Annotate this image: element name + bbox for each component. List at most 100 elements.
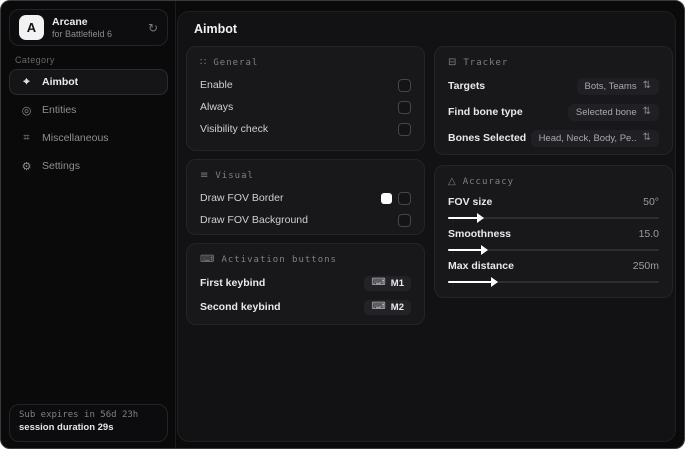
slider-fill <box>448 213 483 223</box>
keyboard-icon: ⌨ <box>371 277 386 288</box>
app-subtitle: for Battlefield 6 <box>52 28 113 39</box>
dropdown-value: Bots, Teams <box>584 80 637 92</box>
visibility-check-checkbox[interactable] <box>398 122 411 136</box>
fov-border-checkbox[interactable] <box>398 191 411 205</box>
page-title: Aimbot <box>194 22 238 36</box>
general-row-visibility-check: Visibility check <box>200 118 411 140</box>
dropdown-value: Head, Neck, Body, Pe.. <box>538 132 637 144</box>
row-label: Draw FOV Border <box>200 192 284 204</box>
chevron-up-down-icon: ⇅ <box>642 106 651 117</box>
app-title: Arcane <box>52 15 88 28</box>
slider-fill <box>448 277 499 287</box>
general-card: ∷ General Enable Always Visibility check <box>186 46 425 151</box>
row-label: Second keybind <box>200 301 281 313</box>
row-label: First keybind <box>200 277 266 289</box>
row-label: Enable <box>200 79 233 91</box>
targets-dropdown[interactable]: Bots, Teams ⇅ <box>576 77 659 95</box>
activation-row-first-keybind: First keybind ⌨ M1 <box>200 271 411 295</box>
dropdown-value: Selected bone <box>575 106 637 118</box>
row-label: Always <box>200 101 234 113</box>
sync-icon[interactable]: ↻ <box>148 22 158 34</box>
row-label: Targets <box>448 80 486 92</box>
accuracy-row-fov-size: FOV size 50° <box>448 196 659 223</box>
tracker-card: ⊟ Tracker Targets Bots, Teams ⇅ Find bon… <box>434 46 673 155</box>
general-card-title: ∷ General <box>200 57 411 68</box>
accuracy-row-max-distance: Max distance 250m <box>448 260 659 287</box>
subscription-card: Sub expires in 56d 23h session duration … <box>9 404 168 442</box>
find-bone-type-dropdown[interactable]: Selected bone ⇅ <box>567 103 659 121</box>
sidebar-item-entities[interactable]: ◎ Entities <box>9 97 168 123</box>
smoothness-slider[interactable] <box>448 245 659 255</box>
chevron-up-down-icon: ⇅ <box>642 80 651 91</box>
card-title-label: Visual <box>215 170 254 181</box>
row-label: FOV size <box>448 196 493 208</box>
slider-value: 15.0 <box>638 228 659 240</box>
keyboard-icon: ⌨ <box>371 301 386 312</box>
gear-icon: ⚙ <box>21 160 32 173</box>
subscription-expiry: Sub expires in 56d 23h <box>19 410 139 420</box>
card-title-label: Tracker <box>463 57 509 68</box>
session-duration: session duration 29s <box>19 422 114 433</box>
general-row-always: Always <box>200 96 411 118</box>
accuracy-card: △ Accuracy FOV size 50° Smoothness 15.0 <box>434 165 673 298</box>
logo-text: Arcane for Battlefield 6 <box>52 16 112 39</box>
triangle-icon: △ <box>448 176 456 187</box>
sidebar-item-aimbot[interactable]: ⌖ Aimbot <box>9 69 168 95</box>
slider-value: 50° <box>643 196 659 208</box>
tracker-row-find-bone-type: Find bone type Selected bone ⇅ <box>448 102 659 122</box>
visual-card: ≡ Visual Draw FOV Border Draw FOV Backgr… <box>186 159 425 235</box>
sidebar-item-label: Aimbot <box>42 76 79 88</box>
logo-card: A Arcane for Battlefield 6 ↻ <box>9 9 168 46</box>
row-label: Visibility check <box>200 123 269 135</box>
second-keybind-button[interactable]: ⌨ M2 <box>364 299 411 315</box>
sidebar: A Arcane for Battlefield 6 ↻ Category ⌖ … <box>1 1 176 448</box>
fov-size-slider[interactable] <box>448 213 659 223</box>
tracker-card-title: ⊟ Tracker <box>448 57 659 68</box>
miscellaneous-icon: ⌗ <box>23 131 30 144</box>
enable-checkbox[interactable] <box>398 78 411 92</box>
row-label: Bones Selected <box>448 132 527 144</box>
crosshair-icon: ⌖ <box>23 75 30 88</box>
activation-card-title: ⌨ Activation buttons <box>200 254 411 265</box>
first-keybind-button[interactable]: ⌨ M1 <box>364 275 411 291</box>
always-checkbox[interactable] <box>398 100 411 114</box>
accuracy-row-smoothness: Smoothness 15.0 <box>448 228 659 255</box>
tracker-row-bones-selected: Bones Selected Head, Neck, Body, Pe.. ⇅ <box>448 128 659 148</box>
visual-row-fov-border: Draw FOV Border <box>200 187 411 209</box>
sidebar-nav: ⌖ Aimbot ◎ Entities ⌗ Miscellaneous ⚙ Se… <box>9 69 168 181</box>
fov-background-checkbox[interactable] <box>398 213 411 227</box>
sidebar-item-miscellaneous[interactable]: ⌗ Miscellaneous <box>9 125 168 151</box>
max-distance-slider[interactable] <box>448 277 659 287</box>
sidebar-item-label: Miscellaneous <box>42 132 109 144</box>
slider-value: 250m <box>632 260 659 272</box>
general-row-enable: Enable <box>200 74 411 96</box>
main-panel: Aimbot ∷ General Enable Always Visibilit… <box>177 11 676 442</box>
row-label: Smoothness <box>448 228 512 240</box>
sidebar-item-label: Settings <box>42 160 80 172</box>
activation-card: ⌨ Activation buttons First keybind ⌨ M1 … <box>186 243 425 325</box>
bones-selected-dropdown[interactable]: Head, Neck, Body, Pe.. ⇅ <box>530 129 659 147</box>
card-title-label: Activation buttons <box>221 254 337 265</box>
sliders-icon: ≡ <box>200 170 209 181</box>
entities-icon: ◎ <box>21 104 32 117</box>
card-title-label: Accuracy <box>462 176 515 187</box>
row-label: Max distance <box>448 260 514 272</box>
accuracy-card-title: △ Accuracy <box>448 176 659 187</box>
category-label: Category <box>15 55 55 65</box>
sidebar-item-settings[interactable]: ⚙ Settings <box>9 153 168 179</box>
app-avatar: A <box>19 15 44 40</box>
activation-row-second-keybind: Second keybind ⌨ M2 <box>200 295 411 319</box>
sidebar-item-label: Entities <box>42 104 77 116</box>
card-title-label: General <box>213 57 259 68</box>
row-label: Find bone type <box>448 106 523 118</box>
keyboard-icon: ⌨ <box>200 254 215 265</box>
grid-icon: ∷ <box>200 57 207 68</box>
keybind-value: M2 <box>390 301 404 313</box>
tracker-row-targets: Targets Bots, Teams ⇅ <box>448 76 659 96</box>
app-window: A Arcane for Battlefield 6 ↻ Category ⌖ … <box>0 0 685 449</box>
visual-card-title: ≡ Visual <box>200 170 411 181</box>
scan-icon: ⊟ <box>448 57 457 68</box>
keybind-value: M1 <box>390 277 404 289</box>
chevron-up-down-icon: ⇅ <box>642 132 651 143</box>
fov-border-color-swatch[interactable] <box>381 192 392 204</box>
